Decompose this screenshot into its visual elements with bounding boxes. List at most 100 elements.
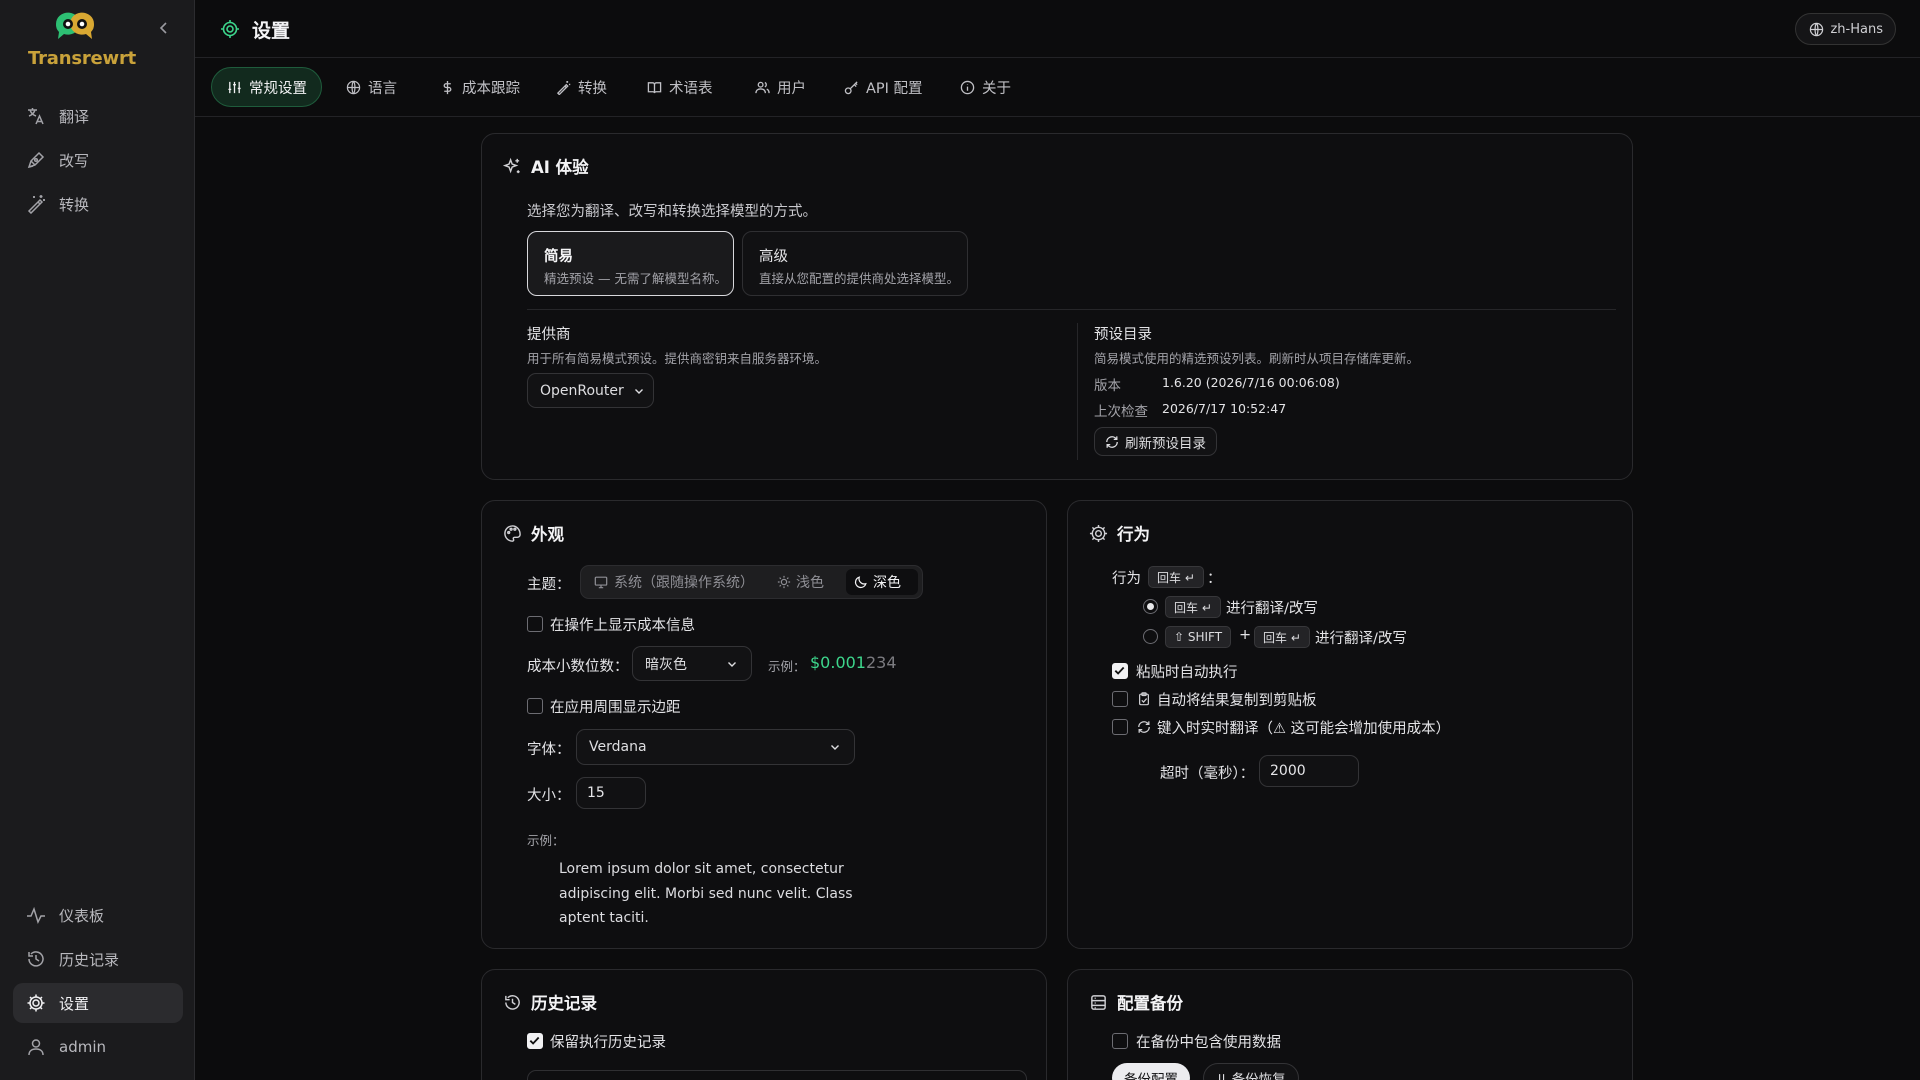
auto-copy-checkbox[interactable] [1112, 691, 1128, 707]
theme-option-light[interactable]: 浅色 [769, 569, 832, 595]
clipboard-icon [1136, 691, 1151, 706]
sidebar-item-user[interactable]: admin [13, 1027, 183, 1067]
sample-label: 示例： [527, 833, 565, 848]
live-translate-checkbox[interactable] [1112, 719, 1128, 735]
header: 设置 zh-Hans [195, 0, 1920, 58]
cost-example-main: $0.001 [810, 653, 866, 672]
tab-label: 转换 [578, 80, 607, 97]
restore-backup-button[interactable]: ⇊ 备份恢复 [1203, 1063, 1299, 1080]
mode-simple-option[interactable]: 简易 精选预设 — 无需了解模型名称。 [527, 231, 734, 296]
show-cost-label: 在操作上显示成本信息 [550, 618, 695, 634]
cost-example: $0.001234 [810, 653, 897, 672]
font-select[interactable]: Verdana [576, 729, 855, 765]
history-title: 历史记录 [502, 990, 597, 1014]
sidebar-item-label: 历史记录 [59, 950, 120, 969]
palette-icon [502, 523, 522, 543]
mode-label: 简易 [544, 249, 573, 265]
catalog-version-value: 1.6.20 (2026/7/16 00:06:08) [1162, 375, 1340, 390]
decimals-value: 暗灰色 [645, 656, 687, 673]
chevron-left-icon[interactable] [154, 18, 174, 38]
mode-advanced-option[interactable]: 高级 直接从您配置的提供商处选择模型。 [742, 231, 968, 296]
chevron-down-icon [725, 657, 739, 671]
enter-key-badge: 回车 ↵ [1148, 566, 1204, 588]
sidebar-item-label: 仪表板 [59, 906, 105, 925]
ai-experience-description: 选择您为翻译、改写和转换选择模型的方式。 [527, 204, 817, 220]
tab-about[interactable]: 关于 [945, 67, 1025, 107]
user-icon [25, 1036, 47, 1058]
backup-config-button[interactable]: 备份配置 [1112, 1063, 1190, 1080]
enter-key-badge: 回车 ↵ [1165, 596, 1221, 618]
refresh-catalog-button[interactable]: 刷新预设目录 [1094, 427, 1217, 456]
sidebar-item-dashboard[interactable]: 仪表板 [13, 895, 183, 935]
live-translate-label: 键入时实时翻译（⚠ 这可能会增加使用成本） [1157, 721, 1451, 737]
sidebar-item-history[interactable]: 历史记录 [13, 939, 183, 979]
auto-paste-checkbox[interactable] [1112, 663, 1128, 679]
sparkles-icon [502, 156, 522, 176]
sample-line: adipiscing elit. Morbi sed nunc velit. C… [559, 885, 853, 902]
auto-paste-label: 粘贴时自动执行 [1136, 665, 1238, 681]
language-value: zh-Hans [1830, 21, 1883, 37]
language-selector[interactable]: zh-Hans [1795, 13, 1896, 45]
font-label: 字体： [527, 742, 571, 758]
submit-enter-radio[interactable] [1143, 599, 1158, 614]
theme-option-system[interactable]: 系统（跟随操作系统） [584, 569, 764, 595]
keep-history-label: 保留执行历史记录 [550, 1035, 666, 1051]
provider-description: 用于所有简易模式预设。提供商密钥来自服务器环境。 [527, 351, 828, 366]
show-cost-checkbox[interactable] [527, 616, 543, 632]
keep-history-checkbox[interactable] [527, 1033, 543, 1049]
provider-select[interactable]: OpenRouter [527, 373, 654, 408]
app-logo[interactable] [52, 10, 98, 44]
sidebar-item-translate[interactable]: 翻译 [13, 96, 183, 136]
sliders-icon [226, 79, 242, 95]
shift-key-badge: ⇧ SHIFT [1165, 626, 1232, 648]
history-limit-field[interactable] [527, 1070, 1027, 1080]
behavior-label: 行为 [1112, 571, 1141, 587]
enter-key-badge: 回车 ↵ [1254, 626, 1310, 648]
show-margin-label: 在应用周围显示边距 [550, 700, 681, 716]
theme-label: 主题： [527, 577, 571, 593]
submit-shift-enter-radio[interactable] [1143, 629, 1158, 644]
chevron-down-icon [633, 384, 645, 398]
show-margin-checkbox[interactable] [527, 698, 543, 714]
option1-text: 进行翻译/改写 [1226, 601, 1318, 617]
sidebar-item-rewrite[interactable]: 改写 [13, 140, 183, 180]
include-usage-label: 在备份中包含使用数据 [1136, 1035, 1281, 1051]
decimals-select[interactable]: 暗灰色 [632, 646, 752, 681]
users-icon [754, 79, 770, 95]
tab-api-config[interactable]: API 配置 [829, 67, 937, 107]
app-name: Transrewrt [28, 48, 137, 69]
tab-language[interactable]: 语言 [331, 67, 411, 107]
backup-card: 配置备份 在备份中包含使用数据 备份配置 ⇊ 备份恢复 [1067, 969, 1633, 1080]
backup-title: 配置备份 [1088, 990, 1183, 1014]
tab-transform[interactable]: 转换 [541, 67, 621, 107]
tab-users[interactable]: 用户 [740, 67, 820, 107]
size-input[interactable]: 15 [576, 777, 646, 809]
timeout-label: 超时（毫秒）： [1160, 766, 1255, 782]
moon-icon [854, 575, 868, 589]
mode-description: 直接从您配置的提供商处选择模型。 [759, 271, 960, 286]
option2-text: 进行翻译/改写 [1315, 631, 1407, 647]
decimals-label: 成本小数位数： [527, 659, 629, 675]
tab-general[interactable]: 常规设置 [211, 67, 322, 107]
globe-icon [345, 79, 361, 95]
plus-sign: + [1239, 627, 1252, 643]
translate-icon [25, 105, 47, 127]
sample-line: aptent taciti. [559, 910, 649, 926]
refresh-icon [1105, 435, 1119, 449]
sun-icon [777, 575, 791, 589]
sample-text: Lorem ipsum dolor sit amet, consectetur … [559, 857, 853, 931]
sidebar-item-label: 改写 [59, 151, 90, 170]
tab-glossary[interactable]: 术语表 [632, 67, 727, 107]
wand-icon [555, 79, 571, 95]
sidebar-item-settings[interactable]: 设置 [13, 983, 183, 1023]
tab-bar: 常规设置 语言 成本跟踪 转换 术语表 用户 API 配置 关于 [195, 59, 1920, 117]
theme-option-dark[interactable]: 深色 [846, 569, 918, 595]
tab-cost-tracking[interactable]: 成本跟踪 [425, 67, 534, 107]
timeout-input[interactable]: 2000 [1259, 755, 1359, 787]
include-usage-checkbox[interactable] [1112, 1033, 1128, 1049]
sidebar-item-transform[interactable]: 转换 [13, 184, 183, 224]
monitor-icon [594, 575, 608, 589]
appearance-card: 外观 主题： 系统（跟随操作系统） 浅色 深色 在操作上显示成本信息 成本小数位… [481, 500, 1047, 949]
tab-label: 成本跟踪 [462, 80, 520, 97]
theme-toggle: 系统（跟随操作系统） 浅色 深色 [580, 565, 923, 599]
